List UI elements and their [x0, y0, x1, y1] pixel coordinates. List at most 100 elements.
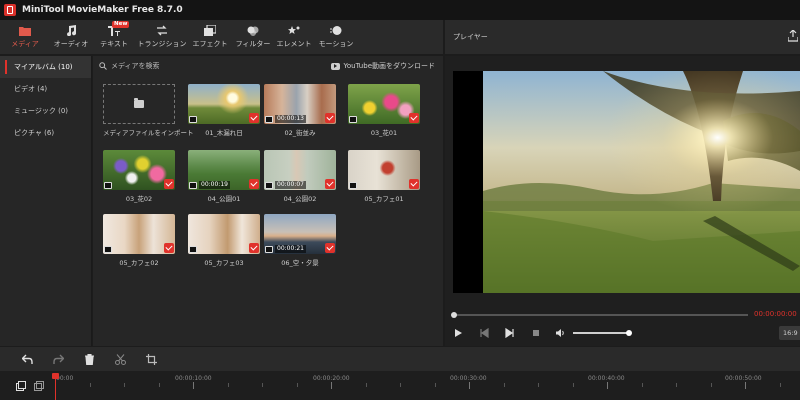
- redo-icon[interactable]: [53, 354, 64, 365]
- tab-filter-label: フィルター: [235, 40, 271, 48]
- image-type-icon: [349, 182, 357, 189]
- media-item[interactable]: 00:00:19 04_公園01: [188, 150, 260, 203]
- added-check-icon: [249, 243, 259, 253]
- playback-timecode: 00:00:00:00: [754, 310, 797, 318]
- volume-slider[interactable]: [573, 330, 632, 336]
- tab-filter[interactable]: フィルター: [232, 20, 274, 54]
- aspect-ratio-select[interactable]: 16:9: [779, 326, 800, 340]
- image-type-icon: [349, 116, 357, 123]
- timeline-ruler[interactable]: 00:00 00:00:10:00 00:00:20:00 00:00:30:0…: [0, 371, 800, 400]
- sidebar-item-my-album[interactable]: マイアルバム (10): [0, 56, 91, 78]
- image-type-icon: [104, 246, 112, 253]
- image-type-icon: [189, 246, 197, 253]
- image-type-icon: [189, 116, 197, 123]
- tab-element[interactable]: エレメント: [274, 20, 314, 54]
- export-icon[interactable]: [788, 30, 798, 42]
- player-title: プレイヤー: [453, 33, 488, 41]
- sidebar-item-label: ビデオ (4): [14, 85, 48, 93]
- media-thumbnail: 00:00:07: [264, 150, 336, 190]
- media-item[interactable]: 05_カフェ03: [188, 214, 260, 267]
- image-type-icon: [104, 182, 112, 189]
- tick: [607, 382, 608, 389]
- tab-effect-label: エフェクト: [192, 40, 228, 48]
- media-item-label: 05_カフェ02: [119, 259, 159, 267]
- split-icon[interactable]: [115, 354, 126, 365]
- crop-icon[interactable]: [146, 354, 157, 365]
- import-media-tile[interactable]: メディアファイルをインポート: [103, 84, 194, 137]
- app-title: MiniTool MovieMaker Free 8.7.0: [22, 5, 183, 15]
- stop-icon[interactable]: [531, 328, 541, 338]
- sidebar-item-music[interactable]: ミュージック (0): [0, 100, 91, 122]
- copy-track-icon[interactable]: [34, 381, 44, 391]
- media-thumbnail: 00:00:19: [188, 150, 260, 190]
- youtube-download-link[interactable]: YouTube動画をダウンロード: [330, 61, 435, 71]
- media-item-label: 03_花01: [370, 129, 398, 137]
- sidebar-item-picture[interactable]: ピクチャ (6): [0, 122, 91, 144]
- media-item[interactable]: 05_カフェ02: [103, 214, 175, 267]
- next-frame-icon[interactable]: [505, 328, 515, 338]
- media-thumbnail: [348, 150, 420, 190]
- delete-icon[interactable]: [84, 354, 95, 365]
- media-item[interactable]: 03_花01: [348, 84, 420, 137]
- search-row: メディアを検索 YouTube動画をダウンロード: [93, 56, 443, 76]
- tick: [711, 383, 712, 387]
- tick: [504, 383, 505, 387]
- media-item-label: 05_カフェ03: [204, 259, 244, 267]
- media-item-label: 04_公園02: [283, 195, 317, 203]
- media-item-label: 02_街並み: [284, 129, 316, 137]
- tick: [297, 383, 298, 387]
- added-check-icon: [164, 243, 174, 253]
- media-thumbnail: [103, 214, 175, 254]
- added-check-icon: [325, 179, 335, 189]
- media-duration: 00:00:13: [275, 115, 306, 123]
- tab-transition[interactable]: トランジション: [136, 20, 188, 54]
- tab-audio-label: オーディオ: [53, 40, 89, 48]
- search-input[interactable]: メディアを検索: [111, 61, 160, 71]
- tick-label: 00:00:20:00: [313, 375, 350, 382]
- tab-motion[interactable]: モーション: [314, 20, 358, 54]
- volume-icon[interactable]: [555, 328, 565, 338]
- previous-frame-icon[interactable]: [479, 328, 489, 338]
- tab-effect[interactable]: エフェクト: [188, 20, 232, 54]
- video-type-icon: [189, 182, 197, 189]
- tick: [435, 383, 436, 387]
- added-check-icon: [164, 179, 174, 189]
- media-item[interactable]: 00:00:13 02_街並み: [264, 84, 336, 137]
- tick: [159, 383, 160, 387]
- media-item-label: 04_公園01: [207, 195, 241, 203]
- added-check-icon: [325, 113, 335, 123]
- tab-audio[interactable]: オーディオ: [50, 20, 92, 54]
- undo-icon[interactable]: [22, 354, 33, 365]
- tick: [538, 383, 539, 387]
- tick-label: 00:00:40:00: [588, 375, 625, 382]
- media-item[interactable]: 03_花02: [103, 150, 175, 203]
- tick: [228, 383, 229, 387]
- title-bar: MiniTool MovieMaker Free 8.7.0: [0, 0, 800, 20]
- media-item[interactable]: 01_木漏れ日: [188, 84, 260, 137]
- media-item[interactable]: 05_カフェ01: [348, 150, 420, 203]
- tab-media[interactable]: メディア: [0, 20, 50, 54]
- media-item[interactable]: 00:00:07 04_公園02: [264, 150, 336, 203]
- filter-icon: [247, 26, 259, 36]
- playback-progress-bar[interactable]: [451, 312, 748, 318]
- folder-icon: [19, 27, 31, 36]
- search-icon: [99, 62, 107, 70]
- tick: [193, 382, 194, 389]
- music-icon: [67, 25, 77, 36]
- tab-text[interactable]: New テキスト: [92, 20, 136, 54]
- sidebar-item-video[interactable]: ビデオ (4): [0, 78, 91, 100]
- tick: [400, 383, 401, 387]
- import-media-button[interactable]: [103, 84, 175, 124]
- folder-icon: [134, 98, 144, 108]
- tick-label: 00:00:30:00: [450, 375, 487, 382]
- play-icon[interactable]: [453, 328, 463, 338]
- timeline-toolbar: [0, 347, 800, 371]
- sidebar-item-label: ピクチャ (6): [14, 129, 55, 137]
- progress-knob[interactable]: [451, 312, 457, 318]
- volume-knob[interactable]: [626, 330, 632, 336]
- timeline-playhead[interactable]: [52, 373, 59, 400]
- video-type-icon: [265, 246, 273, 253]
- media-item[interactable]: 00:00:21 06_空・夕景: [264, 214, 336, 267]
- add-track-icon[interactable]: [16, 381, 26, 391]
- media-thumbnail: 00:00:13: [264, 84, 336, 124]
